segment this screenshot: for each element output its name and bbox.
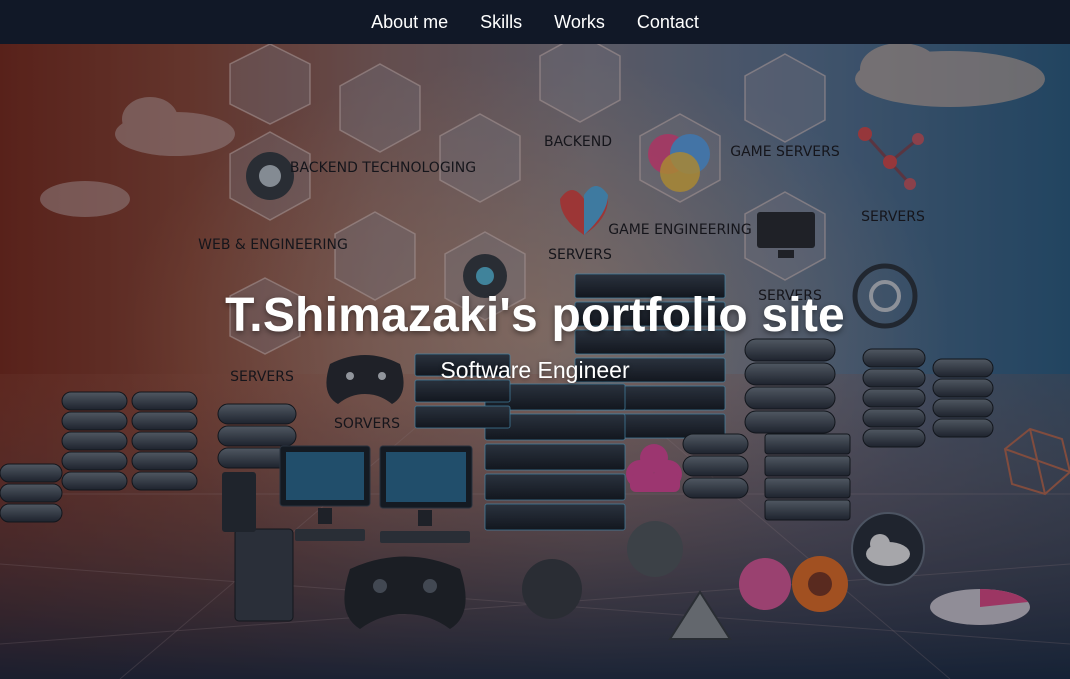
page-title: T.Shimazaki's portfolio site [225, 289, 845, 342]
page-subtitle: Software Engineer [440, 357, 630, 383]
top-navigation: About me Skills Works Contact [0, 0, 1070, 44]
nav-skills[interactable]: Skills [480, 0, 522, 44]
nav-works[interactable]: Works [554, 0, 605, 44]
hero-section: BACKEND TECHNOLOGING BACKEND GAME SERVER… [0, 44, 1070, 679]
nav-contact[interactable]: Contact [637, 0, 699, 44]
portfolio-page: About me Skills Works Contact BACKEND TE… [0, 0, 1070, 679]
nav-about-me[interactable]: About me [371, 0, 448, 44]
